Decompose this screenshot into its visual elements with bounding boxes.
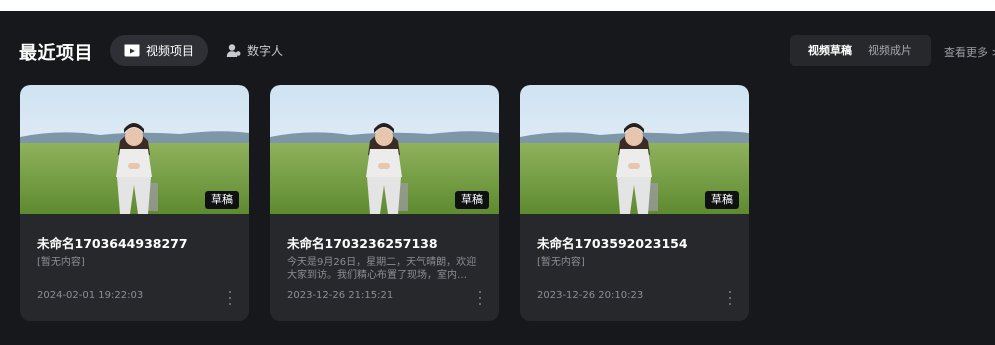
digital-human-icon: [226, 43, 241, 58]
draft-badge: 草稿: [455, 191, 489, 209]
project-date: 2023-12-26 20:10:23: [537, 290, 644, 301]
project-title: 未命名1703592023154: [537, 236, 688, 251]
tab-digital-human[interactable]: 数字人: [226, 35, 283, 66]
draft-badge: 草稿: [705, 191, 739, 209]
more-options-icon[interactable]: [225, 291, 235, 305]
tab-digital-human-label: 数字人: [247, 44, 284, 58]
project-card[interactable]: 草稿 未命名1703592023154 [暂无内容] 2023-12-26 20…: [520, 85, 749, 321]
tab-video-projects-label: 视频项目: [146, 44, 195, 58]
video-play-icon: [124, 44, 140, 57]
project-description: [暂无内容]: [37, 257, 85, 268]
project-title: 未命名1703644938277: [37, 236, 188, 251]
section-header: 最近项目 视频项目 数字人 视频草稿 视频成片 查看更多: [0, 11, 995, 85]
project-description: [暂无内容]: [537, 257, 585, 268]
segment-video-draft[interactable]: 视频草稿: [794, 35, 862, 66]
segment-video-finished[interactable]: 视频成片: [862, 35, 926, 66]
project-card[interactable]: 草稿 未命名1703236257138 今天是9月26日，星期二，天气晴朗，欢迎…: [270, 85, 499, 321]
project-date: 2024-02-01 19:22:03: [37, 290, 144, 301]
project-card[interactable]: 草稿 未命名1703644938277 [暂无内容] 2024-02-01 19…: [20, 85, 249, 321]
draft-type-segment: 视频草稿 视频成片: [790, 35, 931, 66]
draft-badge: 草稿: [205, 191, 239, 209]
see-more-link[interactable]: 查看更多 >: [944, 44, 995, 60]
tab-video-projects[interactable]: 视频项目: [110, 35, 208, 66]
more-options-icon[interactable]: [475, 291, 485, 305]
recent-projects-panel: 最近项目 视频项目 数字人 视频草稿 视频成片 查看更多 草稿 未命名17036…: [0, 11, 995, 345]
project-date: 2023-12-26 21:15:21: [287, 290, 394, 301]
section-title: 最近项目: [19, 43, 93, 64]
project-title: 未命名1703236257138: [287, 236, 438, 251]
more-options-icon[interactable]: [725, 291, 735, 305]
project-description: 今天是9月26日，星期二，天气晴朗，欢迎大家到访。我们精心布置了现场，室内…: [287, 257, 477, 281]
